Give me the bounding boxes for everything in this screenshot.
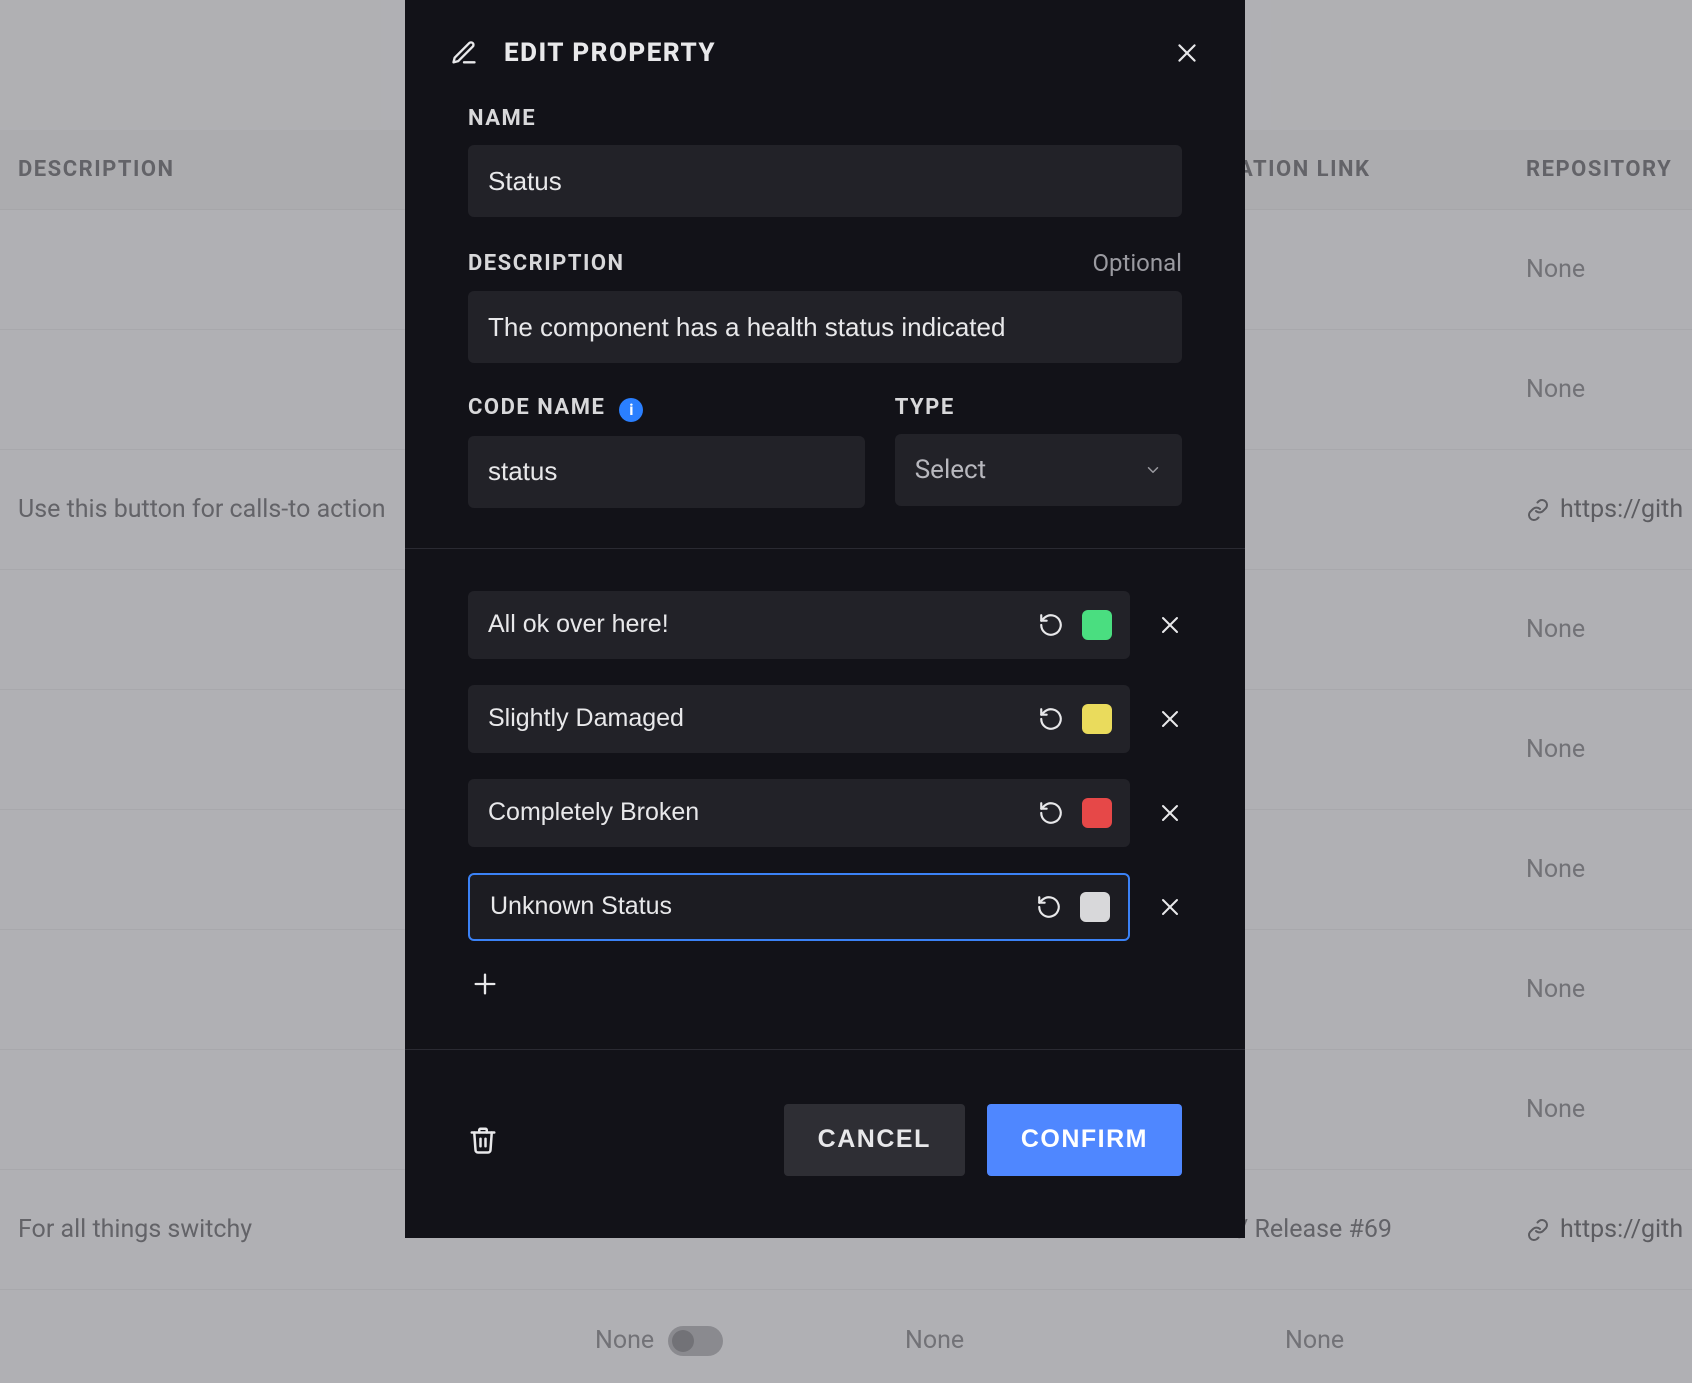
type-label: TYPE: [895, 395, 955, 420]
codename-field: CODE NAME i: [468, 395, 865, 508]
color-swatch[interactable]: [1082, 610, 1112, 640]
reset-icon[interactable]: [1038, 612, 1064, 638]
reset-icon[interactable]: [1038, 800, 1064, 826]
option-label-input[interactable]: [490, 875, 1018, 939]
description-label: DESCRIPTION: [468, 251, 625, 276]
reset-icon[interactable]: [1038, 706, 1064, 732]
option-label-input[interactable]: [488, 779, 1020, 847]
color-swatch[interactable]: [1080, 892, 1110, 922]
option-input-wrap: [468, 591, 1130, 659]
options-section: [405, 549, 1245, 1050]
option-input-wrap: [468, 873, 1130, 941]
color-swatch[interactable]: [1082, 798, 1112, 828]
option-row: [468, 873, 1182, 941]
modal-body: NAME DESCRIPTION Optional CODE NAME i: [405, 106, 1245, 549]
option-label-input[interactable]: [488, 591, 1020, 659]
codename-input[interactable]: [468, 436, 865, 508]
type-select-value: Select: [915, 455, 986, 485]
cancel-button[interactable]: CANCEL: [784, 1104, 965, 1176]
trash-icon[interactable]: [468, 1123, 498, 1157]
option-row: [468, 685, 1182, 753]
name-label: NAME: [468, 106, 536, 131]
close-icon[interactable]: [1158, 707, 1182, 731]
option-row: [468, 591, 1182, 659]
add-option-button[interactable]: [468, 967, 502, 1001]
pencil-icon: [450, 39, 478, 67]
name-input[interactable]: [468, 145, 1182, 217]
description-field: DESCRIPTION Optional: [468, 249, 1182, 363]
option-label-input[interactable]: [488, 685, 1020, 753]
option-input-wrap: [468, 685, 1130, 753]
name-field: NAME: [468, 106, 1182, 217]
option-input-wrap: [468, 779, 1130, 847]
description-hint: Optional: [1092, 249, 1182, 277]
modal-header: EDIT PROPERTY: [405, 0, 1245, 106]
close-icon[interactable]: [1158, 801, 1182, 825]
chevron-down-icon: [1144, 461, 1162, 479]
description-input[interactable]: [468, 291, 1182, 363]
modal-footer: CANCEL CONFIRM: [405, 1050, 1245, 1238]
close-icon[interactable]: [1174, 40, 1200, 66]
codename-label: CODE NAME: [468, 395, 605, 420]
close-icon[interactable]: [1158, 613, 1182, 637]
type-select[interactable]: Select: [895, 434, 1182, 506]
confirm-button[interactable]: CONFIRM: [987, 1104, 1182, 1176]
color-swatch[interactable]: [1082, 704, 1112, 734]
edit-property-modal: EDIT PROPERTY NAME DESCRIPTION Optional …: [405, 0, 1245, 1238]
reset-icon[interactable]: [1036, 894, 1062, 920]
close-icon[interactable]: [1158, 895, 1182, 919]
info-icon[interactable]: i: [619, 398, 643, 422]
modal-title: EDIT PROPERTY: [504, 38, 716, 68]
type-field: TYPE Select: [895, 395, 1182, 508]
option-row: [468, 779, 1182, 847]
